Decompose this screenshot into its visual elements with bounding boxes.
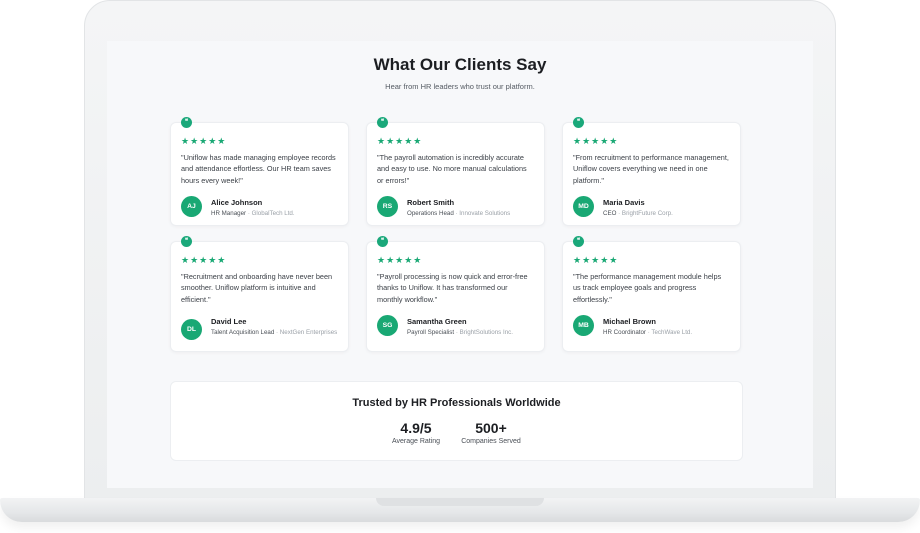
author-company: · GlobalTech Ltd. bbox=[247, 210, 295, 217]
testimonial-quote: "Payroll processing is now quick and err… bbox=[377, 272, 528, 304]
author-company: · TechWave Ltd. bbox=[647, 329, 693, 336]
testimonial-quote: "The payroll automation is incredibly ac… bbox=[377, 153, 527, 185]
quote-icon: ❝ bbox=[573, 236, 584, 247]
author-name: Alice Johnson bbox=[211, 198, 263, 207]
testimonial-card: ❝ ★★★★★ "Payroll processing is now quick… bbox=[366, 236, 545, 352]
section-title: What Our Clients Say bbox=[373, 55, 547, 74]
laptop-notch bbox=[376, 498, 544, 506]
star-rating: ★★★★★ bbox=[573, 255, 619, 265]
star-rating: ★★★★★ bbox=[377, 136, 423, 146]
avatar: MD bbox=[573, 196, 594, 217]
testimonial-card: ❝ ★★★★★ "Uniflow has made managing emplo… bbox=[170, 117, 349, 226]
avatar: DL bbox=[181, 319, 202, 340]
testimonial-card: ❝ ★★★★★ "From recruitment to performance… bbox=[562, 117, 741, 226]
avatar: RS bbox=[377, 196, 398, 217]
quote-icon: ❝ bbox=[377, 117, 388, 128]
avatar: SG bbox=[377, 315, 398, 336]
author-role: Talent Acquisition Lead · NextGen Enterp… bbox=[211, 329, 338, 336]
star-rating: ★★★★★ bbox=[377, 255, 423, 265]
author-role: Payroll Specialist · BrightSolutions Inc… bbox=[407, 329, 513, 336]
testimonials-section: What Our Clients Say Hear from HR leader… bbox=[107, 41, 813, 488]
testimonial-card: ❝ ★★★★★ "The performance management modu… bbox=[562, 236, 741, 352]
quote-icon: ❝ bbox=[181, 236, 192, 247]
section-subtitle: Hear from HR leaders who trust our platf… bbox=[385, 82, 535, 91]
star-rating: ★★★★★ bbox=[181, 136, 227, 146]
testimonial-quote: "From recruitment to performance managem… bbox=[573, 153, 729, 185]
trust-title: Trusted by HR Professionals Worldwide bbox=[352, 397, 561, 409]
testimonial-quote: "Recruitment and onboarding have never b… bbox=[181, 272, 333, 304]
quote-icon: ❝ bbox=[573, 117, 584, 128]
testimonial-card: ❝ ★★★★★ "The payroll automation is incre… bbox=[366, 117, 545, 226]
avatar: MB bbox=[573, 315, 594, 336]
author-name: Samantha Green bbox=[407, 317, 467, 326]
author-company: · Innovate Solutions bbox=[455, 210, 511, 217]
avatar: AJ bbox=[181, 196, 202, 217]
stat-label-companies: Companies Served bbox=[461, 438, 521, 445]
author-company: · BrightSolutions Inc. bbox=[455, 329, 513, 336]
author-name: Michael Brown bbox=[603, 317, 656, 326]
author-role: CEO · BrightFuture Corp. bbox=[603, 210, 673, 217]
author-company: · BrightFuture Corp. bbox=[618, 210, 673, 217]
testimonial-card: ❝ ★★★★★ "Recruitment and onboarding have… bbox=[170, 236, 349, 352]
author-name: David Lee bbox=[211, 317, 247, 326]
quote-icon: ❝ bbox=[377, 236, 388, 247]
author-role: HR Manager · GlobalTech Ltd. bbox=[211, 210, 295, 217]
quote-icon: ❝ bbox=[181, 117, 192, 128]
author-name: Maria Davis bbox=[603, 198, 645, 207]
stat-value-companies: 500+ bbox=[475, 420, 507, 436]
star-rating: ★★★★★ bbox=[573, 136, 619, 146]
testimonial-quote: "The performance management module helps… bbox=[573, 272, 722, 304]
author-role: HR Coordinator · TechWave Ltd. bbox=[603, 329, 693, 336]
trust-panel: Trusted by HR Professionals Worldwide 4.… bbox=[170, 381, 743, 461]
testimonial-quote: "Uniflow has made managing employee reco… bbox=[181, 153, 336, 185]
author-name: Robert Smith bbox=[407, 198, 455, 207]
star-rating: ★★★★★ bbox=[181, 255, 227, 265]
author-company: · NextGen Enterprises bbox=[276, 329, 338, 336]
author-role: Operations Head · Innovate Solutions bbox=[407, 210, 511, 217]
